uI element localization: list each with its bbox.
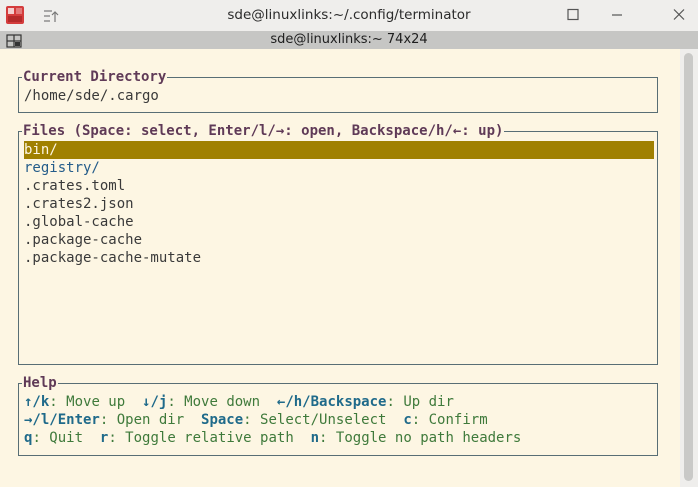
help-description: : Toggle relative path — [108, 430, 311, 446]
current-directory-panel: Current Directory /home/sde/.cargo — [18, 68, 658, 113]
close-icon — [673, 9, 685, 20]
help-description: : Move down — [167, 394, 277, 410]
minimize-button[interactable] — [608, 6, 626, 24]
help-description: : Select/Unselect — [243, 412, 404, 428]
close-button[interactable] — [670, 6, 688, 24]
window-titlebar: sde@linuxlinks:~/.config/terminator — [0, 0, 698, 31]
file-list-item[interactable]: .package-cache — [24, 231, 654, 249]
help-description: : Confirm — [411, 412, 488, 428]
help-key: ↑/k — [24, 394, 50, 410]
help-key: ←/h/Backspace — [276, 394, 387, 410]
file-list-item[interactable]: .crates2.json — [24, 195, 654, 213]
files-panel: Files (Space: select, Enter/l/→: open, B… — [18, 122, 658, 365]
terminal-area[interactable]: Current Directory /home/sde/.cargo Files… — [0, 49, 680, 487]
help-line: →/l/Enter: Open dir Space: Select/Unsele… — [24, 411, 488, 429]
help-description: : Up dir — [386, 394, 454, 410]
file-list-item[interactable]: .crates.toml — [24, 177, 654, 195]
help-key: →/l/Enter — [24, 412, 100, 428]
current-directory-label: Current Directory — [22, 68, 168, 86]
minimize-icon — [612, 14, 622, 16]
files-label: Files (Space: select, Enter/l/→: open, B… — [22, 122, 505, 140]
help-description: : Quit — [32, 430, 100, 446]
help-description: : Open dir — [99, 412, 202, 428]
current-directory-path: /home/sde/.cargo — [24, 88, 159, 104]
help-key: n — [310, 430, 320, 446]
help-line: ↑/k: Move up ↓/j: Move down ←/h/Backspac… — [24, 393, 454, 411]
window-title: sde@linuxlinks:~/.config/terminator — [227, 7, 471, 23]
file-list-item[interactable]: .package-cache-mutate — [24, 249, 654, 267]
help-key: ↓/j — [142, 394, 168, 410]
terminal-titlebar: sde@linuxlinks:~ 74x24 — [0, 31, 698, 49]
help-line: q: Quit r: Toggle relative path n: Toggl… — [24, 429, 521, 447]
file-list-item-dir[interactable]: bin/ — [24, 141, 654, 159]
scrollbar-thumb[interactable] — [684, 53, 693, 481]
help-label: Help — [22, 374, 58, 392]
terminal-title: sde@linuxlinks:~ 74x24 — [270, 32, 428, 47]
help-description: : Move up — [49, 394, 143, 410]
maximize-icon — [567, 8, 579, 21]
maximize-button[interactable] — [564, 6, 582, 24]
help-key: c — [403, 412, 412, 428]
file-list-item[interactable]: .global-cache — [24, 213, 654, 231]
file-list-item-dir[interactable]: registry/ — [24, 159, 654, 177]
help-panel: Help ↑/k: Move up ↓/j: Move down ←/h/Bac… — [18, 374, 658, 456]
help-key: Space — [201, 412, 244, 428]
help-description: : Toggle no path headers — [319, 430, 522, 446]
